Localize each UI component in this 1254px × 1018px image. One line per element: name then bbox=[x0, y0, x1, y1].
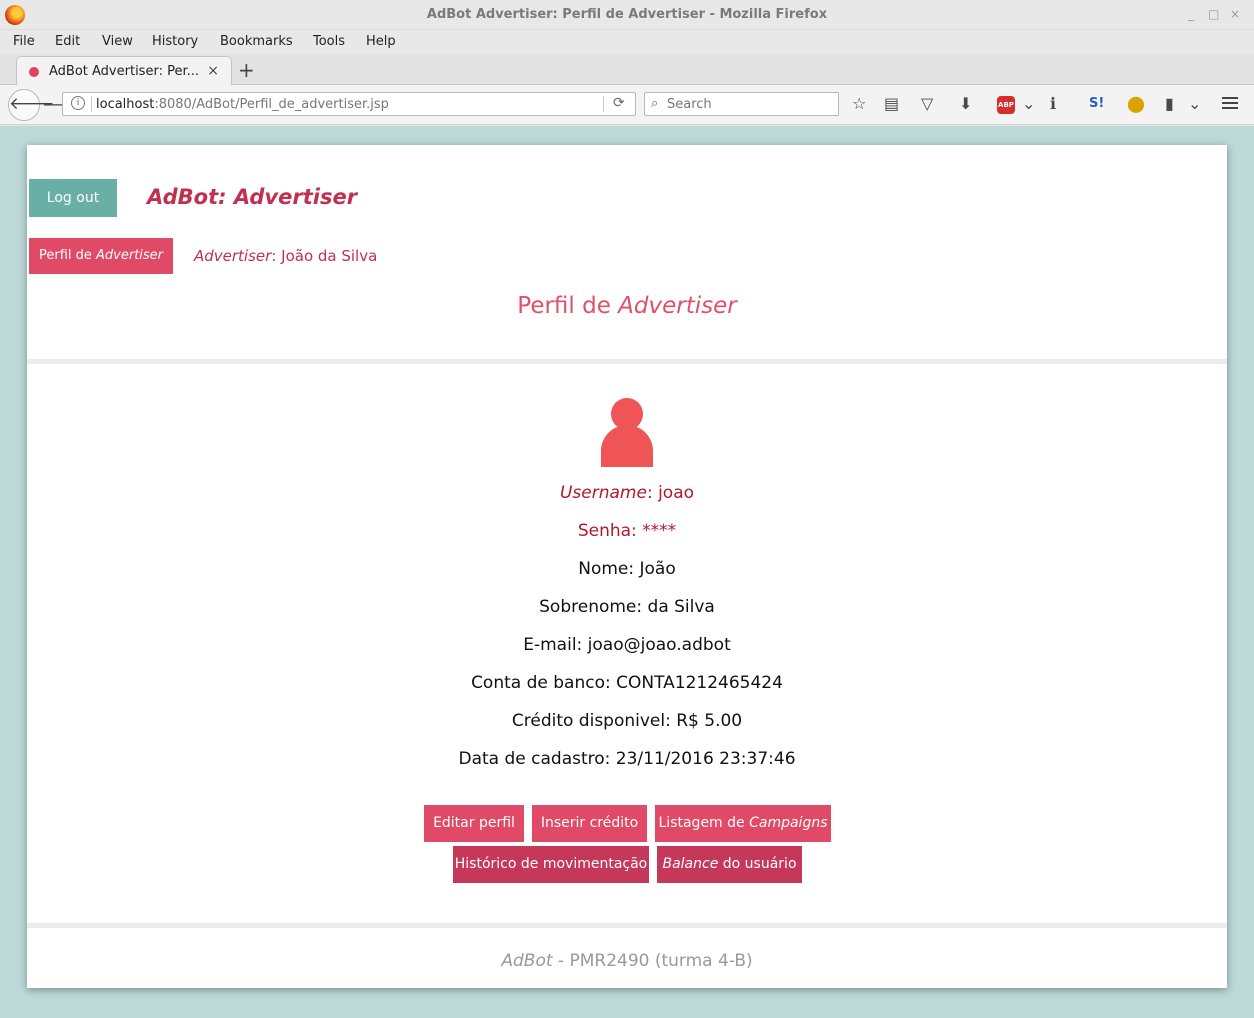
page-viewport: Log out AdBot: Advertiser Perfil de Adve… bbox=[0, 126, 1254, 1018]
navigation-bar: 🡐 🡒 i localhost:8080/AdBot/Perfil_de_adv… bbox=[0, 85, 1254, 125]
minimize-button[interactable]: _ bbox=[1188, 7, 1194, 21]
perfil-button-plain: Perfil de bbox=[38, 248, 97, 263]
content-card: Log out AdBot: Advertiser Perfil de Adve… bbox=[27, 145, 1227, 988]
extension-colors-icon[interactable]: ⬤ bbox=[1127, 94, 1145, 113]
downloads-icon[interactable]: ⬇ bbox=[959, 94, 972, 113]
page-title-italic: Advertiser bbox=[618, 293, 737, 319]
page-footer: AdBot - PMR2490 (turma 4-B) bbox=[27, 951, 1227, 971]
menu-file[interactable]: File bbox=[13, 34, 35, 49]
page-title-plain: Perfil de bbox=[517, 293, 619, 319]
url-text[interactable]: localhost:8080/AdBot/Perfil_de_advertise… bbox=[96, 97, 389, 112]
advertiser-name: Advertiser: João da Silva bbox=[194, 247, 377, 265]
pocket-icon[interactable]: ▽ bbox=[921, 94, 933, 113]
menu-edit[interactable]: Edit bbox=[55, 34, 80, 49]
footer-divider bbox=[27, 923, 1227, 928]
tab-close-icon[interactable]: × bbox=[207, 63, 219, 79]
back-button[interactable]: 🡐 bbox=[8, 89, 55, 121]
adblock-icon[interactable]: ABP bbox=[997, 96, 1015, 114]
perfil-advertiser-button[interactable]: Perfil de Advertiser bbox=[29, 238, 173, 274]
page-title: Perfil de Advertiser bbox=[27, 293, 1227, 319]
logout-button[interactable]: Log out bbox=[29, 179, 117, 217]
address-bar[interactable]: i localhost:8080/AdBot/Perfil_de_adverti… bbox=[62, 92, 636, 116]
username-value: : joao bbox=[646, 483, 695, 503]
cadastro-line: Data de cadastro: 23/11/2016 23:37:46 bbox=[458, 749, 796, 769]
clipboard-dropdown-icon[interactable]: ⌄ bbox=[1188, 94, 1201, 113]
conta-line: Conta de banco: CONTA1212465424 bbox=[471, 673, 783, 693]
tab-label: AdBot Advertiser: Per... bbox=[49, 64, 200, 79]
listagem-campaigns-button[interactable]: Listagem de Campaigns bbox=[655, 805, 831, 842]
maximize-button[interactable]: □ bbox=[1208, 7, 1219, 21]
inserir-credito-button[interactable]: Inserir crédito bbox=[532, 805, 647, 842]
historico-button[interactable]: Histórico de movimentação bbox=[453, 846, 649, 883]
editar-perfil-button[interactable]: Editar perfil bbox=[424, 805, 524, 842]
user-avatar-icon bbox=[600, 398, 654, 468]
sobrenome-line: Sobrenome: da Silva bbox=[539, 597, 715, 617]
reload-icon[interactable]: ⟳ bbox=[613, 95, 625, 111]
page-favicon-icon bbox=[29, 67, 39, 77]
balance-italic: Balance bbox=[662, 856, 719, 872]
advertiser-label: Advertiser bbox=[194, 247, 272, 265]
reading-list-icon[interactable]: ▤ bbox=[884, 94, 899, 113]
clipboard-icon[interactable]: ▮ bbox=[1165, 94, 1174, 113]
nome-line: Nome: João bbox=[578, 559, 676, 579]
site-info-icon[interactable]: i bbox=[71, 96, 85, 110]
credito-line: Crédito disponivel: R$ 5.00 bbox=[511, 711, 743, 731]
window-titlebar: AdBot Advertiser: Perfil de Advertiser -… bbox=[0, 0, 1254, 30]
footer-text: - PMR2490 (turma 4-B) bbox=[552, 951, 753, 971]
menu-help[interactable]: Help bbox=[366, 34, 396, 49]
senha-line: Senha: **** bbox=[577, 521, 677, 541]
username-label: Username bbox=[559, 483, 647, 503]
advertiser-value: : João da Silva bbox=[271, 247, 378, 265]
menu-hamburger-icon[interactable] bbox=[1222, 97, 1238, 109]
perfil-button-italic: Advertiser bbox=[96, 248, 164, 263]
search-input[interactable] bbox=[667, 95, 832, 113]
balance-button[interactable]: Balance do usuário bbox=[657, 846, 802, 883]
extension-info-icon[interactable]: ℹ bbox=[1050, 94, 1056, 113]
email-line: E-mail: joao@joao.adbot bbox=[523, 635, 731, 655]
reload-separator bbox=[603, 96, 604, 112]
window-title: AdBot Advertiser: Perfil de Advertiser -… bbox=[426, 7, 828, 22]
header-divider bbox=[27, 359, 1227, 364]
avatar-body bbox=[601, 425, 653, 467]
listagem-italic: Campaigns bbox=[749, 815, 828, 831]
search-bar[interactable]: ⌕ bbox=[644, 92, 839, 116]
adblock-dropdown-icon[interactable]: ⌄ bbox=[1022, 94, 1035, 113]
extension-s-icon[interactable]: S! bbox=[1089, 96, 1104, 111]
balance-plain: do usuário bbox=[718, 856, 797, 872]
menu-bar: File Edit View History Bookmarks Tools H… bbox=[0, 30, 1254, 54]
username-line: Username: joao bbox=[27, 483, 1227, 503]
footer-brand: AdBot bbox=[501, 951, 553, 971]
close-window-button[interactable]: × bbox=[1230, 7, 1240, 21]
menu-view[interactable]: View bbox=[102, 34, 133, 49]
menu-history[interactable]: History bbox=[152, 34, 198, 49]
new-tab-button[interactable]: + bbox=[238, 58, 255, 82]
listagem-plain: Listagem de bbox=[658, 815, 750, 831]
url-host: localhost bbox=[96, 97, 155, 112]
url-path: :8080/AdBot/Perfil_de_advertiser.jsp bbox=[154, 97, 389, 112]
tab-adbot[interactable]: AdBot Advertiser: Per... × bbox=[16, 56, 232, 86]
bookmark-star-icon[interactable]: ☆ bbox=[852, 94, 866, 113]
tab-bar: AdBot Advertiser: Per... × + bbox=[0, 54, 1254, 86]
menu-tools[interactable]: Tools bbox=[313, 34, 345, 49]
search-icon: ⌕ bbox=[651, 96, 659, 111]
menu-bookmarks[interactable]: Bookmarks bbox=[220, 34, 293, 49]
brand-title: AdBot: Advertiser bbox=[147, 185, 358, 209]
url-separator bbox=[91, 96, 92, 112]
